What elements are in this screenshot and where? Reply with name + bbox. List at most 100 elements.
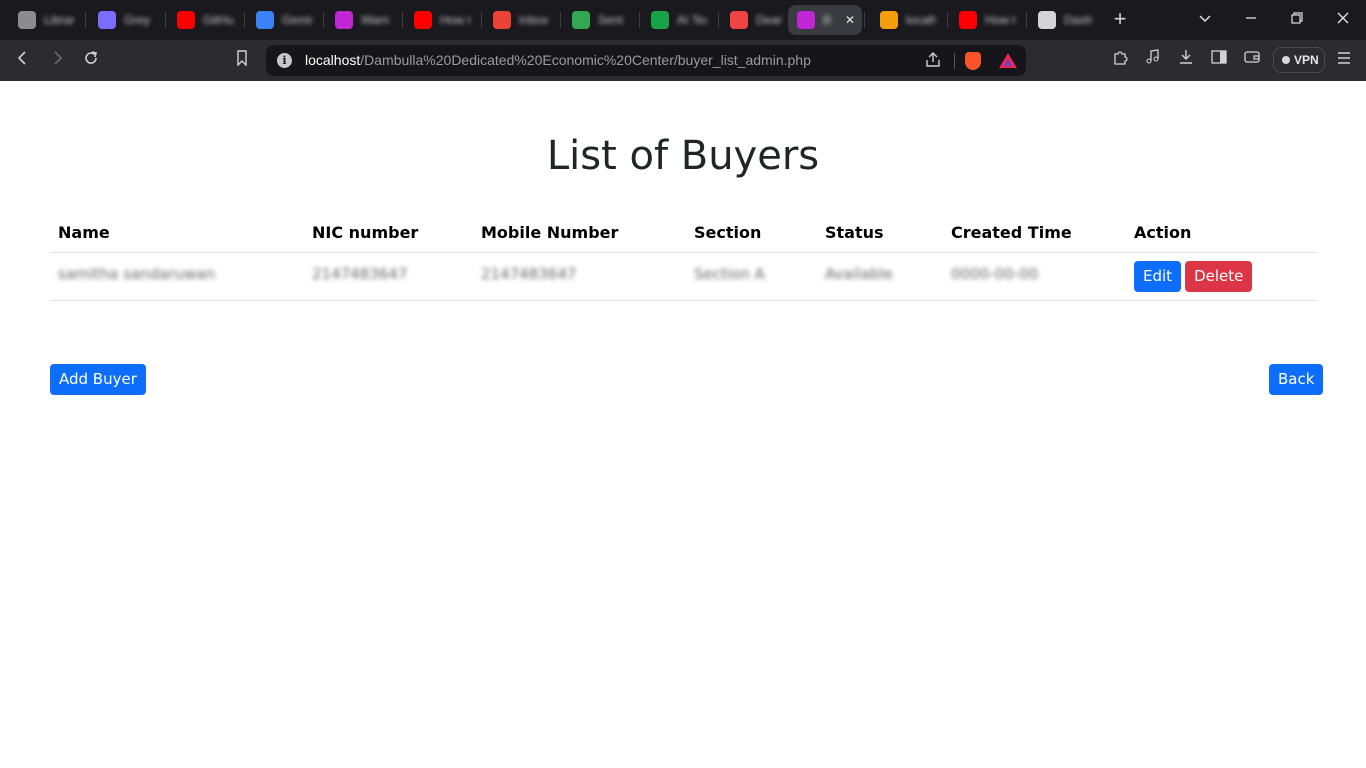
- tab-separator: [244, 12, 245, 28]
- youtube-icon: [414, 11, 432, 29]
- column-header-name: Name: [50, 217, 304, 253]
- tab-separator: [402, 12, 403, 28]
- sidebar-icon[interactable]: [1206, 48, 1232, 74]
- share-icon[interactable]: [924, 51, 942, 74]
- add-buyer-button[interactable]: Add Buyer: [50, 364, 146, 395]
- tab-title: Grey: [124, 13, 151, 27]
- browser-tab[interactable]: B ✕: [788, 5, 862, 35]
- reload-icon[interactable]: [78, 48, 104, 74]
- delete-button[interactable]: Delete: [1185, 261, 1253, 292]
- browser-tab-strip: Librar Grey GitHub Gemini Warn How t Inbox Sent…: [0, 0, 1366, 40]
- page-content: List of Buyers Name NIC number Mobile Nu…: [0, 81, 1366, 768]
- tab-separator: [85, 12, 86, 28]
- brave-rewards-icon[interactable]: [999, 53, 1017, 68]
- youtube-icon: [177, 11, 195, 29]
- brave-shields-icon[interactable]: [965, 52, 981, 70]
- menu-icon[interactable]: [1331, 48, 1357, 74]
- tab-separator: [481, 12, 482, 28]
- browser-tab[interactable]: Inbox: [484, 5, 554, 35]
- tab-title: Gemini: [282, 13, 312, 27]
- tab-title: How t: [440, 13, 470, 27]
- site-info-icon[interactable]: i: [277, 53, 292, 68]
- browser-tab[interactable]: How t: [950, 5, 1020, 35]
- back-nav-icon[interactable]: [10, 48, 36, 74]
- url-host: localhost: [305, 52, 361, 68]
- browser-tab[interactable]: Dash: [1029, 5, 1099, 35]
- column-header-section: Section: [686, 217, 817, 253]
- gemini-icon: [256, 11, 274, 29]
- tab-title: Warn: [361, 13, 390, 27]
- gmail-icon: [493, 11, 511, 29]
- cell-mobile: 2147483647: [473, 252, 686, 301]
- app-icon: [797, 11, 815, 29]
- vpn-label: VPN: [1294, 53, 1319, 67]
- url-path: /Dambulla%20Dedicated%20Economic%20Cente…: [360, 52, 811, 68]
- downloads-icon[interactable]: [1173, 48, 1199, 74]
- doc-icon: [730, 11, 748, 29]
- close-window-icon[interactable]: [1331, 8, 1355, 32]
- bookmark-icon[interactable]: [229, 48, 255, 74]
- buyers-table: Name NIC number Mobile Number Section St…: [50, 217, 1316, 301]
- github-icon: [18, 11, 36, 29]
- browser-tab[interactable]: GitHub: [168, 5, 238, 35]
- browser-tab[interactable]: How t: [405, 5, 475, 35]
- address-divider: [954, 53, 955, 69]
- browser-tab[interactable]: Gemini: [247, 5, 317, 35]
- browser-tab[interactable]: localh: [871, 5, 941, 35]
- browser-toolbar: i localhost/Dambulla%20Dedicated%20Econo…: [0, 40, 1366, 81]
- media-icon[interactable]: [1140, 48, 1166, 74]
- url-text: localhost/Dambulla%20Dedicated%20Economi…: [305, 52, 811, 68]
- forward-nav-icon[interactable]: [44, 48, 70, 74]
- cell-nic: 2147483647: [304, 252, 473, 301]
- page-icon: [1038, 11, 1056, 29]
- tab-separator: [560, 12, 561, 28]
- tab-separator: [718, 12, 719, 28]
- tab-separator: [947, 12, 948, 28]
- table-row: samitha sandaruwan 2147483647 2147483647…: [50, 252, 1316, 301]
- tab-title: B: [823, 13, 832, 27]
- page-title: List of Buyers: [546, 133, 820, 179]
- tab-title: Librar: [44, 13, 74, 27]
- back-button[interactable]: Back: [1269, 364, 1324, 395]
- xampp-icon: [880, 11, 898, 29]
- tab-separator: [165, 12, 166, 28]
- restore-icon[interactable]: [1285, 8, 1309, 32]
- tab-separator: [639, 12, 640, 28]
- browser-tab[interactable]: Dear: [721, 5, 791, 35]
- tab-title: Dear: [756, 13, 783, 27]
- browser-tab[interactable]: AI Tex: [642, 5, 712, 35]
- tab-title: AI Tex: [677, 13, 707, 27]
- vpn-button[interactable]: VPN: [1273, 47, 1325, 73]
- tab-separator: [323, 12, 324, 28]
- cell-section: Section A: [686, 252, 817, 301]
- tab-search-icon[interactable]: [1193, 8, 1217, 32]
- column-header-status: Status: [817, 217, 943, 253]
- wallet-icon[interactable]: [1239, 48, 1265, 74]
- browser-tab[interactable]: Grey: [89, 5, 159, 35]
- cell-created: 0000-00-00: [943, 252, 1126, 301]
- minimize-icon[interactable]: [1239, 8, 1263, 32]
- ai-icon: [651, 11, 669, 29]
- address-bar[interactable]: i localhost/Dambulla%20Dedicated%20Econo…: [266, 45, 1026, 76]
- close-tab-icon[interactable]: ✕: [845, 13, 855, 27]
- app-icon: [335, 11, 353, 29]
- tab-title: localh: [906, 13, 936, 27]
- new-tab-button[interactable]: +: [1108, 8, 1132, 32]
- browser-tab[interactable]: Sent: [563, 5, 633, 35]
- browser-tab[interactable]: Librar: [9, 5, 79, 35]
- cell-status: Available: [817, 252, 943, 301]
- table-header-row: Name NIC number Mobile Number Section St…: [50, 217, 1316, 253]
- tab-title: GitHub: [203, 13, 233, 27]
- tab-title: Sent: [598, 13, 623, 27]
- cell-name: samitha sandaruwan: [50, 252, 304, 301]
- column-header-mobile: Mobile Number: [473, 217, 686, 253]
- extensions-icon[interactable]: [1107, 48, 1133, 74]
- cell-action: Edit Delete: [1126, 252, 1316, 301]
- column-header-created: Created Time: [943, 217, 1126, 253]
- tab-title: How t: [985, 13, 1015, 27]
- column-header-action: Action: [1126, 217, 1316, 253]
- edit-button[interactable]: Edit: [1134, 261, 1182, 292]
- tab-title: Inbox: [519, 13, 549, 27]
- browser-tab[interactable]: Warn: [326, 5, 396, 35]
- vpn-status-icon: [1282, 56, 1290, 64]
